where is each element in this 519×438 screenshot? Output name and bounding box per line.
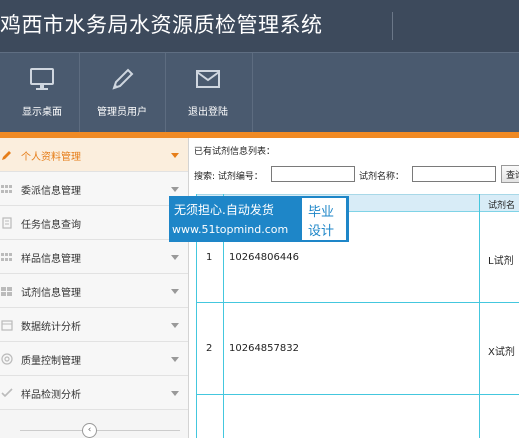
chevron-down-icon (171, 357, 179, 362)
chevron-down-icon (171, 323, 179, 328)
search-code-label: 搜索: 试剂编号： (194, 172, 263, 182)
reagent-name-cell: L试剂 (488, 256, 514, 267)
reagent-code-cell: 10264806446 (229, 252, 299, 263)
column-header-name: 试剂名 (488, 201, 516, 211)
sidebar-item-profile[interactable]: 个人资料管理 (0, 138, 188, 172)
logout-button[interactable]: 退出登陆 (166, 53, 250, 133)
row-index: 2 (206, 343, 213, 354)
grid-icon (1, 185, 12, 193)
sidebar-item-label: 质量控制管理 (21, 356, 81, 367)
lifebuoy-icon (1, 353, 13, 365)
grid-line (196, 302, 519, 303)
grid-icon (1, 287, 12, 296)
watermark-slogan: 无须担心.自动发货 (174, 203, 274, 217)
sidebar-item-quality[interactable]: 质量控制管理 (0, 342, 188, 376)
toolbar: 显示桌面 管理员用户 退出登陆 (0, 52, 519, 133)
envelope-icon (196, 70, 220, 88)
logout-label: 退出登陆 (188, 107, 228, 118)
reagent-code-input[interactable] (271, 166, 355, 182)
list-title: 已有试剂信息列表： (194, 147, 276, 157)
monitor-icon (30, 68, 54, 90)
pencil-icon (112, 68, 134, 90)
toolbar-separator (252, 53, 253, 133)
chevron-down-icon (171, 187, 179, 192)
app-title: 鸡西市水务局水资源质检管理系统 (0, 13, 323, 37)
app-header: 鸡西市水务局水资源质检管理系统 (0, 0, 519, 52)
chevron-down-icon (171, 255, 179, 260)
watermark-badge: 毕业 设计 (302, 198, 346, 240)
sidebar-item-label: 数据统计分析 (21, 322, 81, 333)
grid-line (196, 394, 519, 395)
watermark-badge-line1: 毕业 (308, 205, 335, 220)
grid-line (479, 194, 480, 438)
watermark-url: www.51topmind.com (172, 223, 289, 236)
search-name-label: 试剂名称： (359, 172, 405, 182)
sidebar-item-label: 个人资料管理 (21, 152, 81, 163)
sidebar-item-task-query[interactable]: 任务信息查询 (0, 206, 188, 240)
sidebar-item-delegation[interactable]: 委派信息管理 (0, 172, 188, 206)
calendar-icon (1, 320, 13, 331)
sidebar-item-label: 样品信息管理 (21, 254, 81, 265)
sidebar-item-label: 样品检测分析 (21, 390, 81, 401)
admin-user-button[interactable]: 管理员用户 (80, 53, 164, 133)
document-icon (2, 217, 12, 229)
show-desktop-button[interactable]: 显示桌面 (0, 53, 84, 133)
divider (20, 430, 180, 431)
show-desktop-label: 显示桌面 (22, 107, 62, 118)
chevron-down-icon (171, 289, 179, 294)
watermark-banner: 无须担心.自动发货 www.51topmind.com 毕业 设计 (169, 196, 349, 242)
watermark-badge-line2: 设计 (308, 224, 335, 239)
reagent-code-cell: 10264857832 (229, 343, 299, 354)
sidebar-item-label: 试剂信息管理 (21, 288, 81, 299)
sidebar: 个人资料管理 委派信息管理 任务信息查询 样品信息管理 试剂信息管理 数据统计分… (0, 138, 189, 438)
sidebar-collapse-row: ‹ (0, 410, 188, 438)
sidebar-item-sample[interactable]: 样品信息管理 (0, 240, 188, 274)
sidebar-item-label: 任务信息查询 (21, 220, 81, 231)
sidebar-item-reagent[interactable]: 试剂信息管理 (0, 274, 188, 308)
reagent-name-cell: X试剂 (488, 347, 515, 358)
admin-user-label: 管理员用户 (97, 107, 147, 118)
reagent-name-input[interactable] (412, 166, 496, 182)
chevron-down-icon (171, 153, 179, 158)
search-button[interactable]: 查询 (501, 165, 519, 183)
checkmark-icon (1, 388, 13, 398)
collapse-sidebar-button[interactable]: ‹ (82, 423, 97, 438)
chevron-down-icon (171, 391, 179, 396)
pencil-icon (2, 151, 11, 160)
sidebar-item-label: 委派信息管理 (21, 186, 81, 197)
main-content: 已有试剂信息列表： 搜索: 试剂编号： 试剂名称： 查询 试剂名 1 10264… (189, 138, 519, 438)
sidebar-item-statistics[interactable]: 数据统计分析 (0, 308, 188, 342)
grid-icon (1, 253, 12, 261)
header-divider (392, 12, 393, 40)
sidebar-item-sample-analysis[interactable]: 样品检测分析 (0, 376, 188, 410)
row-index: 1 (206, 252, 213, 263)
